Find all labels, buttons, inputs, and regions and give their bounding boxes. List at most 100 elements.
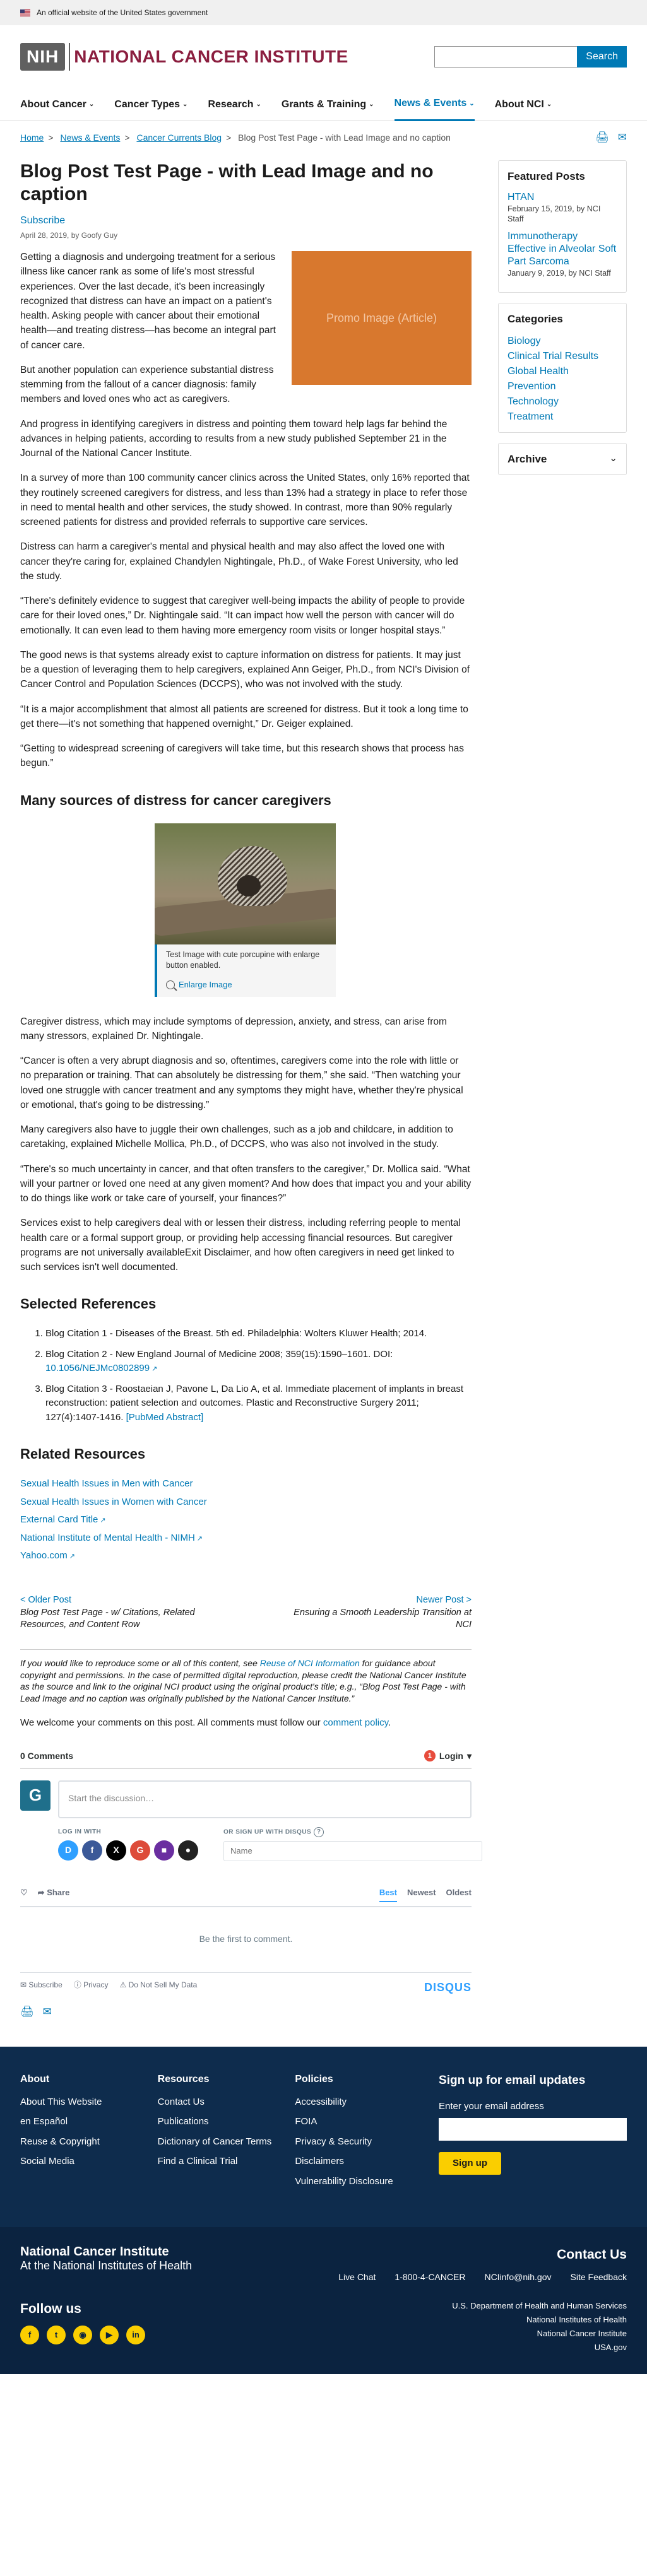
disqus-do-not-sell[interactable]: ⚠ Do Not Sell My Data	[119, 1979, 197, 1996]
category-link[interactable]: Treatment	[508, 409, 617, 425]
notification-badge[interactable]: 1	[424, 1750, 436, 1762]
hhs-link[interactable]: U.S. Department of Health and Human Serv…	[452, 2299, 627, 2313]
enlarge-image-link[interactable]: Enlarge Image	[179, 979, 232, 991]
print-icon[interactable]: 🖨	[20, 2004, 34, 2020]
enlarge-image-button[interactable]: Enlarge Image	[166, 979, 329, 991]
nav-grants-training[interactable]: Grants & Training ⌄	[282, 88, 374, 121]
footer-link[interactable]: Disclaimers	[295, 2155, 432, 2168]
nav-about-nci[interactable]: About NCI ⌄	[495, 88, 552, 121]
apple-login-icon[interactable]: ●	[178, 1840, 198, 1861]
footer-link[interactable]: en Español	[20, 2115, 158, 2128]
breadcrumb-blog[interactable]: Cancer Currents Blog	[136, 132, 222, 143]
comment-policy-link[interactable]: comment policy	[323, 1717, 388, 1728]
footer-link[interactable]: Reuse & Copyright	[20, 2136, 158, 2148]
nih-link[interactable]: National Institutes of Health	[452, 2313, 627, 2327]
disqus-login-icon[interactable]: D	[58, 1840, 78, 1861]
sort-newest[interactable]: Newest	[407, 1886, 436, 1903]
live-chat-link[interactable]: Live Chat	[338, 2271, 376, 2284]
nav-research[interactable]: Research ⌄	[208, 88, 261, 121]
footer-link[interactable]: FOIA	[295, 2115, 432, 2128]
comment-input[interactable]: Start the discussion…	[58, 1780, 472, 1818]
footer-link[interactable]: Contact Us	[158, 2096, 295, 2108]
pubmed-abstract-link[interactable]: [PubMed Abstract]	[126, 1412, 204, 1423]
subscribe-link[interactable]: Subscribe	[20, 213, 472, 228]
disqus-logo[interactable]: DISQUS	[424, 1979, 472, 1996]
older-post-link[interactable]: < Older Post	[20, 1595, 71, 1605]
email-link[interactable]: NCIinfo@nih.gov	[484, 2271, 551, 2284]
disqus-login[interactable]: 1 Login ▾	[424, 1750, 472, 1763]
twitter-icon[interactable]: t	[47, 2325, 66, 2344]
google-login-icon[interactable]: G	[130, 1840, 150, 1861]
nci-logo[interactable]: NIH NATIONAL CANCER INSTITUTE	[20, 43, 348, 71]
reuse-link[interactable]: Reuse of NCI Information	[260, 1658, 360, 1668]
article-paragraph: In a survey of more than 100 community c…	[20, 473, 470, 527]
search-input[interactable]	[434, 46, 578, 68]
footer-link[interactable]: Privacy & Security	[295, 2136, 432, 2148]
breadcrumb-home[interactable]: Home	[20, 132, 44, 143]
footer-link[interactable]: Vulnerability Disclosure	[295, 2175, 432, 2188]
usa-gov-link[interactable]: USA.gov	[452, 2341, 627, 2355]
follow-heading: Follow us	[20, 2302, 81, 2317]
category-link[interactable]: Prevention	[508, 379, 617, 394]
newer-post-link[interactable]: Newer Post >	[417, 1595, 472, 1605]
print-icon[interactable]: 🖨	[595, 129, 609, 146]
footer-link[interactable]: About This Website	[20, 2096, 158, 2108]
footer-link[interactable]: Social Media	[20, 2155, 158, 2168]
breadcrumb-current: Blog Post Test Page - with Lead Image an…	[238, 132, 451, 143]
nci-link[interactable]: National Cancer Institute	[452, 2327, 627, 2341]
newer-post[interactable]: Newer Post > Ensuring a Smooth Leadershi…	[282, 1594, 472, 1632]
footer-identity[interactable]: National Cancer Institute At the Nationa…	[20, 2245, 192, 2273]
phone-link[interactable]: 1-800-4-CANCER	[395, 2271, 465, 2284]
breadcrumb-separator: >	[48, 132, 54, 143]
email-icon[interactable]: ✉	[618, 129, 627, 146]
category-link[interactable]: Global Health	[508, 364, 617, 379]
x-login-icon[interactable]: X	[106, 1840, 126, 1861]
footer-link[interactable]: Find a Clinical Trial	[158, 2155, 295, 2168]
older-post[interactable]: < Older Post Blog Post Test Page - w/ Ci…	[20, 1594, 210, 1632]
breadcrumb-news-events[interactable]: News & Events	[60, 132, 120, 143]
site-feedback-link[interactable]: Site Feedback	[571, 2271, 627, 2284]
footer-link[interactable]: Dictionary of Cancer Terms	[158, 2136, 295, 2148]
category-link[interactable]: Clinical Trial Results	[508, 349, 617, 364]
question-icon[interactable]: ?	[314, 1826, 324, 1837]
resource-link[interactable]: Sexual Health Issues in Women with Cance…	[20, 1495, 472, 1510]
chevron-down-icon: ⌄	[469, 100, 475, 107]
featured-post-meta: January 9, 2019, by NCI Staff	[508, 269, 611, 278]
instagram-icon[interactable]: ◉	[73, 2325, 92, 2344]
resource-link[interactable]: Sexual Health Issues in Men with Cancer	[20, 1477, 472, 1491]
disqus-privacy[interactable]: ⓘ Privacy	[74, 1979, 109, 1996]
external-link-icon: ↗	[69, 1553, 75, 1561]
youtube-icon[interactable]: ▶	[100, 2325, 119, 2344]
search-button[interactable]: Search	[577, 46, 627, 68]
footer-link[interactable]: Publications	[158, 2115, 295, 2128]
footer-link[interactable]: Accessibility	[295, 2096, 432, 2108]
resource-link[interactable]: Yahoo.com	[20, 1550, 68, 1561]
avatar: G	[20, 1780, 50, 1811]
category-link[interactable]: Biology	[508, 334, 617, 349]
sort-oldest[interactable]: Oldest	[446, 1886, 472, 1903]
facebook-icon[interactable]: f	[20, 2325, 39, 2344]
resource-link[interactable]: External Card Title	[20, 1514, 98, 1525]
signup-button[interactable]: Sign up	[439, 2151, 502, 2175]
nav-cancer-types[interactable]: Cancer Types ⌄	[114, 88, 187, 121]
microsoft-login-icon[interactable]: ■	[154, 1840, 174, 1861]
login-label[interactable]: Login	[439, 1750, 463, 1763]
sort-best[interactable]: Best	[379, 1886, 397, 1903]
doi-link[interactable]: 10.1056/NEJMc0802899	[45, 1363, 150, 1373]
nav-news-events[interactable]: News & Events ⌄	[394, 88, 475, 121]
nav-about-cancer[interactable]: About Cancer ⌄	[20, 88, 94, 121]
facebook-login-icon[interactable]: f	[82, 1840, 102, 1861]
chevron-down-icon[interactable]: ⌄	[609, 452, 617, 466]
featured-post-link[interactable]: HTAN	[508, 191, 617, 204]
disqus-subscribe[interactable]: ✉ Subscribe	[20, 1979, 62, 1996]
category-link[interactable]: Technology	[508, 394, 617, 409]
email-field[interactable]	[439, 2117, 627, 2141]
archive-card[interactable]: Archive ⌄	[498, 442, 627, 476]
share-button[interactable]: ➦ Share	[38, 1886, 70, 1903]
email-icon[interactable]: ✉	[43, 2004, 52, 2020]
heart-icon[interactable]: ♡	[20, 1886, 28, 1903]
resource-link[interactable]: National Institute of Mental Health - NI…	[20, 1532, 195, 1543]
linkedin-icon[interactable]: in	[126, 2325, 145, 2344]
featured-post-link[interactable]: Immunotherapy Effective in Alveolar Soft…	[508, 230, 617, 268]
name-input[interactable]	[223, 1840, 482, 1861]
